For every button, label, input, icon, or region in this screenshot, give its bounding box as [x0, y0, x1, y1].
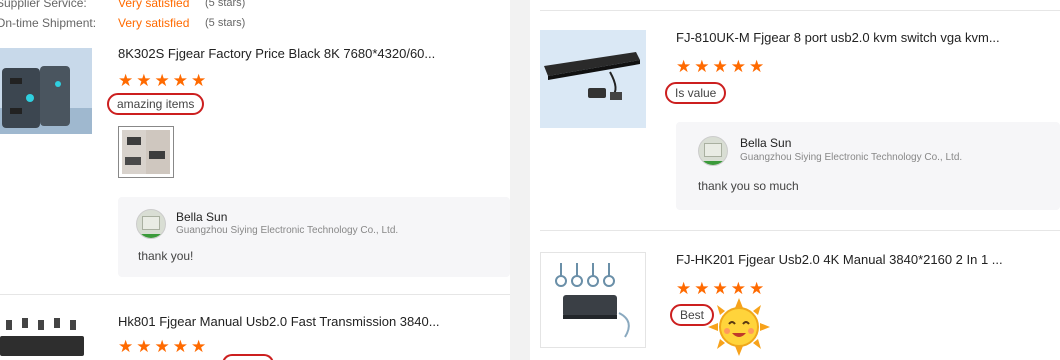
star-rating: ★★★★★ — [118, 337, 210, 356]
kvm-switch-image — [555, 263, 630, 338]
review-product-title[interactable]: FJ-HK201 Fjgear Usb2.0 4K Manual 3840*21… — [676, 252, 1036, 267]
review-photo[interactable] — [118, 126, 174, 178]
product-thumbnail[interactable] — [0, 314, 92, 360]
star-rating: ★★★★★ — [676, 57, 768, 76]
kvm-switch-image — [540, 30, 646, 128]
review-tag: Is value — [665, 82, 727, 104]
shipment-count: (5 stars) — [205, 17, 246, 29]
review-divider — [0, 294, 510, 295]
seller-reply: Bella Sun Guangzhou Siying Electronic Te… — [676, 122, 1060, 210]
product-thumbnail[interactable] — [0, 48, 92, 134]
supplier-service-value: Very satisfied — [118, 0, 190, 10]
kvm-cable-image — [0, 318, 84, 356]
right-review-panel: FJ-810UK-M Fjgear 8 port usb2.0 kvm swit… — [530, 0, 1060, 360]
seller-company[interactable]: Guangzhou Siying Electronic Technology C… — [740, 152, 962, 163]
review-photo-image — [122, 130, 170, 174]
reply-text: thank you so much — [698, 179, 799, 193]
review-product-title[interactable]: 8K302S Fjgear Factory Price Black 8K 768… — [118, 46, 448, 61]
seller-avatar — [136, 209, 166, 239]
review-divider — [540, 10, 1060, 11]
left-review-panel: Supplier Service: Very satisfied (5 star… — [0, 0, 510, 360]
shipment-label: On-time Shipment: — [0, 16, 97, 30]
supplier-service-count: (5 stars) — [205, 0, 246, 9]
supplier-service-label: Supplier Service: — [0, 0, 87, 10]
sun-emoji-icon — [708, 298, 770, 356]
star-rating: ★★★★★ — [676, 279, 768, 298]
review-divider — [540, 230, 1060, 231]
seller-name: Bella Sun — [176, 210, 228, 224]
star-rating: ★★★★★ — [118, 71, 210, 90]
seller-avatar — [698, 136, 728, 166]
seller-company[interactable]: Guangzhou Siying Electronic Technology C… — [176, 225, 398, 236]
seller-name: Bella Sun — [740, 136, 792, 150]
kvm-switch-image — [0, 48, 92, 134]
product-thumbnail[interactable] — [540, 30, 646, 128]
review-tag-outline — [222, 354, 274, 360]
review-product-title[interactable]: FJ-810UK-M Fjgear 8 port usb2.0 kvm swit… — [676, 30, 1036, 45]
review-product-title[interactable]: Hk801 Fjgear Manual Usb2.0 Fast Transmis… — [118, 314, 448, 329]
reply-text: thank you! — [138, 249, 194, 263]
shipment-value: Very satisfied — [118, 16, 190, 30]
seller-reply: Bella Sun Guangzhou Siying Electronic Te… — [118, 197, 510, 277]
review-tag: amazing items — [107, 93, 205, 115]
product-thumbnail[interactable] — [540, 252, 646, 348]
